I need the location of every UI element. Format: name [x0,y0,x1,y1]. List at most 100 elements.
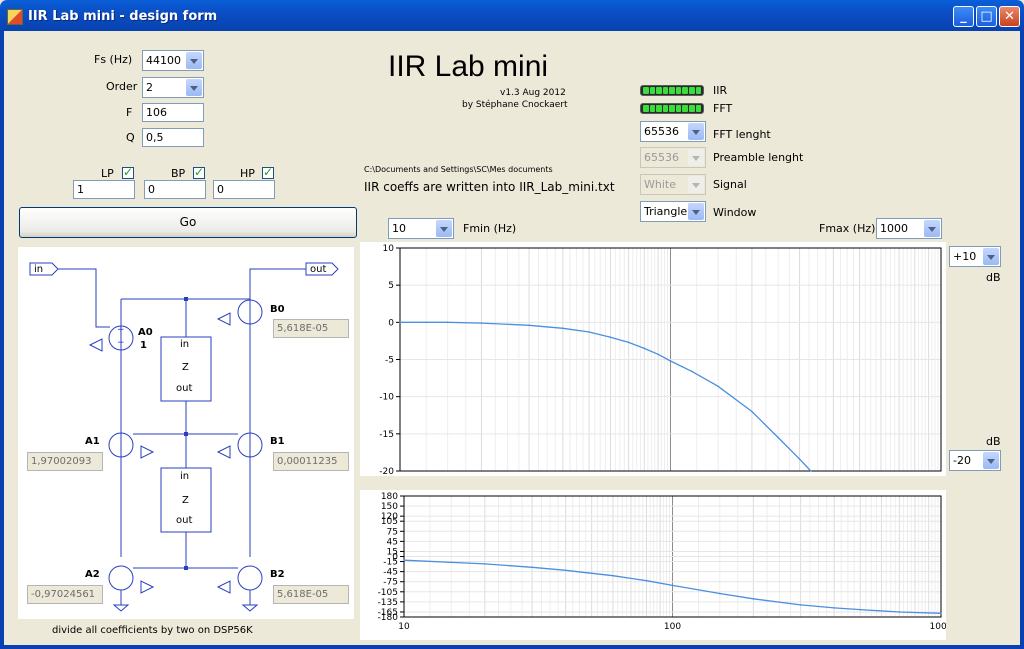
b2-value: 5,618E-05 [273,585,349,604]
data-point [564,569,567,572]
app-title: IIR Lab mini [388,50,549,83]
go-button[interactable]: Go [19,207,357,238]
fft-length-label: FFT lenght [713,128,771,141]
chevron-down-icon[interactable] [983,248,999,265]
close-button[interactable]: ✕ [999,6,1020,27]
window-select[interactable]: Triangle [640,201,706,222]
bp-input[interactable]: 0 [144,180,206,199]
diagram-out-label: out [310,264,327,275]
window-frame [0,31,4,649]
a1-value: 1,97002093 [27,452,103,471]
data-point [671,584,674,587]
data-point [588,331,590,333]
data-point [691,370,693,373]
data-point [399,321,401,324]
data-point [718,592,721,595]
x-tick-label: 100 [664,622,681,632]
y-tick-label: -10 [379,393,394,403]
fmax-value: 1000 [880,222,908,235]
filter-diagram: in out in Z out in Z out + − A0 1 B0 5,6… [18,247,354,619]
bp-label: BP [171,167,186,180]
preamble-value: 65536 [644,151,679,164]
data-point [403,559,405,561]
data-point [777,436,779,439]
chevron-down-icon[interactable] [983,452,999,469]
signal-select: White [640,174,706,195]
y-tick-label: -135 [378,598,398,608]
y-tick-label: -75 [383,578,398,588]
y-tick-label: -180 [378,613,399,623]
window-frame [1020,31,1024,649]
author-text: by Stéphane Cnockaert [462,100,568,110]
y-tick-label: -20 [379,467,394,476]
fmax-label: Fmax (Hz) [819,222,876,235]
data-point [609,336,612,338]
adder-minus: − [117,338,125,348]
order-value: 2 [146,81,153,94]
fft-progress [640,103,704,114]
b1-value: 0,00011235 [273,452,349,471]
q-input[interactable]: 0,5 [142,128,204,147]
window-frame [0,645,1024,649]
delay1-out: out [176,383,193,394]
db-top-select[interactable]: +10 [949,246,1001,267]
signal-value: White [644,178,676,191]
b2-label: B2 [270,569,285,580]
message-text: IIR coeffs are written into IIR_Lab_mini… [364,180,615,194]
window-label: Window [713,206,757,219]
app-icon [7,9,23,25]
chevron-down-icon[interactable] [688,123,704,140]
y-tick-label: 75 [387,527,398,537]
f-input[interactable]: 106 [142,103,204,122]
fmin-select[interactable]: 10 [388,218,454,239]
chevron-down-icon[interactable] [436,220,452,237]
data-point [752,598,755,600]
db-bottom-select[interactable]: -20 [949,450,1001,471]
window-title: IIR Lab mini - design form [28,9,218,24]
data-point [809,470,812,472]
bp-checkbox[interactable] [193,165,205,179]
x-tick-label: 1000 [930,622,946,632]
order-select[interactable]: 2 [142,77,204,98]
y-tick-label: 45 [387,537,398,547]
db-bottom-value: -20 [953,454,971,467]
data-point [799,604,802,606]
preamble-length-select: 65536 [640,147,706,168]
data-point [528,324,530,327]
lp-input[interactable]: 1 [73,180,135,199]
y-tick-label: -5 [385,356,394,366]
data-point [531,566,533,569]
phase-chart: 1801501201057545150-15-45-75-105-135-165… [360,490,946,640]
chevron-down-icon[interactable] [186,52,202,69]
minimize-button[interactable]: _ [953,6,974,27]
data-point [446,321,449,324]
chevron-down-icon[interactable] [688,203,704,220]
fs-select[interactable]: 44100 [142,50,204,71]
lp-checkbox[interactable] [122,165,134,179]
path-text: C:\Documents and Settings\SC\Mes documen… [364,165,553,174]
db-top-label: dB [986,271,1001,284]
chevron-down-icon [688,176,704,193]
maximize-button[interactable]: □ [976,6,997,27]
db-top-value: +10 [953,250,977,263]
chevron-down-icon[interactable] [186,79,202,96]
data-point [645,579,648,582]
delay2-out: out [176,515,193,526]
y-tick-label: -105 [378,588,398,598]
version-text: v1.3 Aug 2012 [500,88,566,98]
hp-input[interactable]: 0 [213,180,275,199]
data-point [480,322,483,324]
fft-length-select[interactable]: 65536 [640,121,706,142]
data-point [833,607,835,609]
data-point [657,353,659,356]
data-point [859,608,861,611]
diagram-svg [29,262,339,612]
data-point [484,563,486,565]
magnitude-chart: 10 5 0 -5 -10 -15 -20 [360,242,946,476]
hp-checkbox[interactable] [262,165,274,179]
fmax-select[interactable]: 1000 [876,218,942,239]
data-point [940,612,942,615]
chevron-down-icon[interactable] [924,220,940,237]
a1-label: A1 [85,436,100,447]
b0-label: B0 [270,304,285,315]
